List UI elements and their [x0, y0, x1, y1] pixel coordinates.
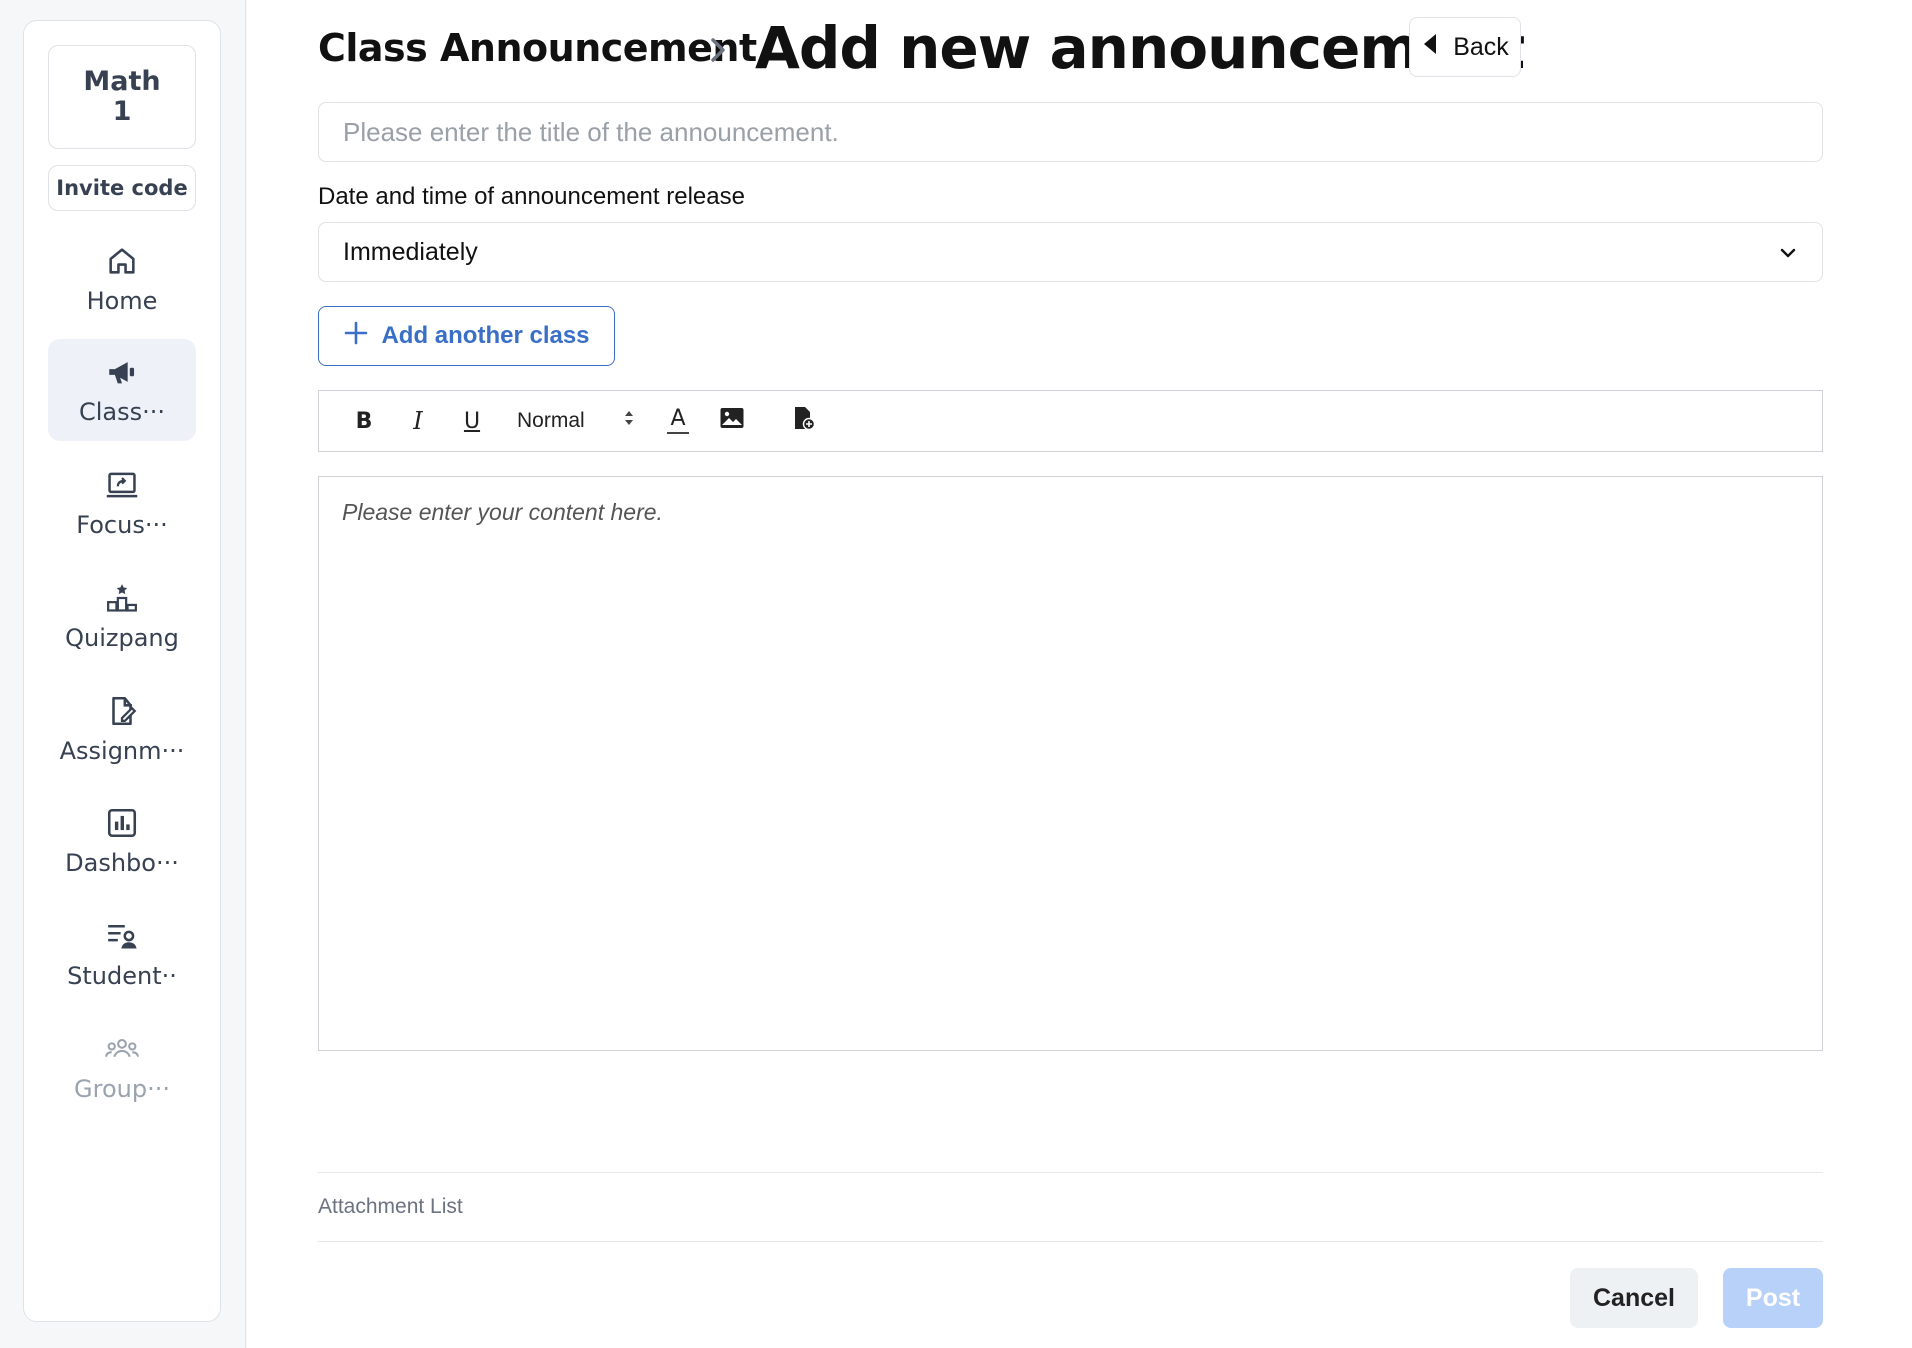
- text-color-glyph: A: [670, 406, 686, 431]
- file-add-icon: [791, 405, 817, 438]
- insert-image-button[interactable]: [705, 401, 759, 441]
- bold-glyph: B: [355, 408, 373, 434]
- bar-chart-icon: [104, 805, 140, 841]
- release-time-value: Immediately: [343, 237, 478, 266]
- editor-placeholder: Please enter your content here.: [342, 499, 663, 525]
- sidebar-item-label: Quizpang: [65, 624, 179, 652]
- announcement-title-input[interactable]: [318, 102, 1823, 162]
- sidebar-item-label: Group···: [74, 1075, 170, 1103]
- text-color-icon: A: [667, 408, 689, 434]
- text-color-button[interactable]: A: [651, 401, 705, 441]
- sidebar-item-students[interactable]: Student··: [48, 903, 196, 1005]
- add-another-class-button[interactable]: Add another class: [318, 306, 615, 366]
- content-editor[interactable]: Please enter your content here.: [318, 476, 1823, 1051]
- add-another-class-label: Add another class: [381, 322, 590, 349]
- podium-icon: [104, 580, 140, 616]
- sidebar-item-label: Student··: [67, 962, 177, 990]
- invite-code-button[interactable]: Invite code: [48, 165, 196, 211]
- screen-share-icon: [104, 467, 140, 503]
- back-button[interactable]: Back: [1409, 17, 1521, 77]
- breadcrumb-parent[interactable]: Class Announcement: [318, 26, 757, 70]
- chevron-down-icon: [1778, 238, 1798, 267]
- sidebar: Math 1 Invite code Home Class··· Focus··…: [23, 20, 221, 1322]
- underline-glyph: U: [463, 408, 481, 434]
- main-content: Class Announcement Add new announcement …: [247, 0, 1912, 1348]
- class-name: Math: [83, 66, 161, 98]
- attachment-list: Attachment List: [318, 1172, 1823, 1242]
- sidebar-item-quizpang[interactable]: Quizpang: [48, 565, 196, 667]
- class-card[interactable]: Math 1: [48, 45, 196, 149]
- text-format-select[interactable]: Normal: [507, 401, 647, 441]
- back-label: Back: [1453, 32, 1509, 61]
- sidebar-region: Math 1 Invite code Home Class··· Focus··…: [0, 0, 246, 1348]
- cancel-button[interactable]: Cancel: [1570, 1268, 1698, 1328]
- sidebar-item-label: Home: [86, 287, 158, 315]
- text-color-underline: [667, 432, 689, 434]
- text-format-value: Normal: [517, 409, 585, 432]
- sidebar-item-dashboard[interactable]: Dashbo···: [48, 790, 196, 892]
- sidebar-item-class-announcement[interactable]: Class···: [48, 339, 196, 441]
- sidebar-item-focus[interactable]: Focus···: [48, 452, 196, 554]
- sidebar-item-group[interactable]: Group···: [48, 1016, 196, 1118]
- sidebar-item-label: Focus···: [76, 511, 168, 539]
- class-number: 1: [112, 96, 132, 127]
- editor-toolbar: B I U Normal A: [318, 390, 1823, 452]
- release-time-label: Date and time of announcement release: [318, 183, 745, 210]
- home-icon: [104, 243, 140, 279]
- image-icon: [719, 406, 745, 437]
- post-button[interactable]: Post: [1723, 1268, 1823, 1328]
- student-list-icon: [104, 918, 140, 954]
- sidebar-item-home[interactable]: Home: [48, 228, 196, 330]
- chevron-right-icon: [703, 32, 733, 68]
- underline-button[interactable]: U: [445, 401, 499, 441]
- bold-button[interactable]: B: [337, 401, 391, 441]
- caret-left-icon: [1421, 32, 1439, 63]
- sidebar-item-label: Class···: [78, 398, 166, 426]
- release-time-select[interactable]: Immediately: [318, 222, 1823, 282]
- sort-arrows-icon: [623, 408, 635, 434]
- sidebar-item-label: Dashbo···: [65, 849, 179, 877]
- plus-icon: [343, 320, 369, 353]
- italic-button[interactable]: I: [391, 401, 445, 441]
- attachment-list-label: Attachment List: [318, 1195, 463, 1218]
- megaphone-icon: [104, 354, 140, 390]
- file-edit-icon: [104, 693, 140, 729]
- italic-glyph: I: [413, 407, 423, 435]
- sidebar-item-assignment[interactable]: Assignm···: [48, 678, 196, 780]
- attach-file-button[interactable]: [777, 401, 831, 441]
- group-icon: [104, 1031, 140, 1067]
- sidebar-item-label: Assignm···: [59, 737, 185, 765]
